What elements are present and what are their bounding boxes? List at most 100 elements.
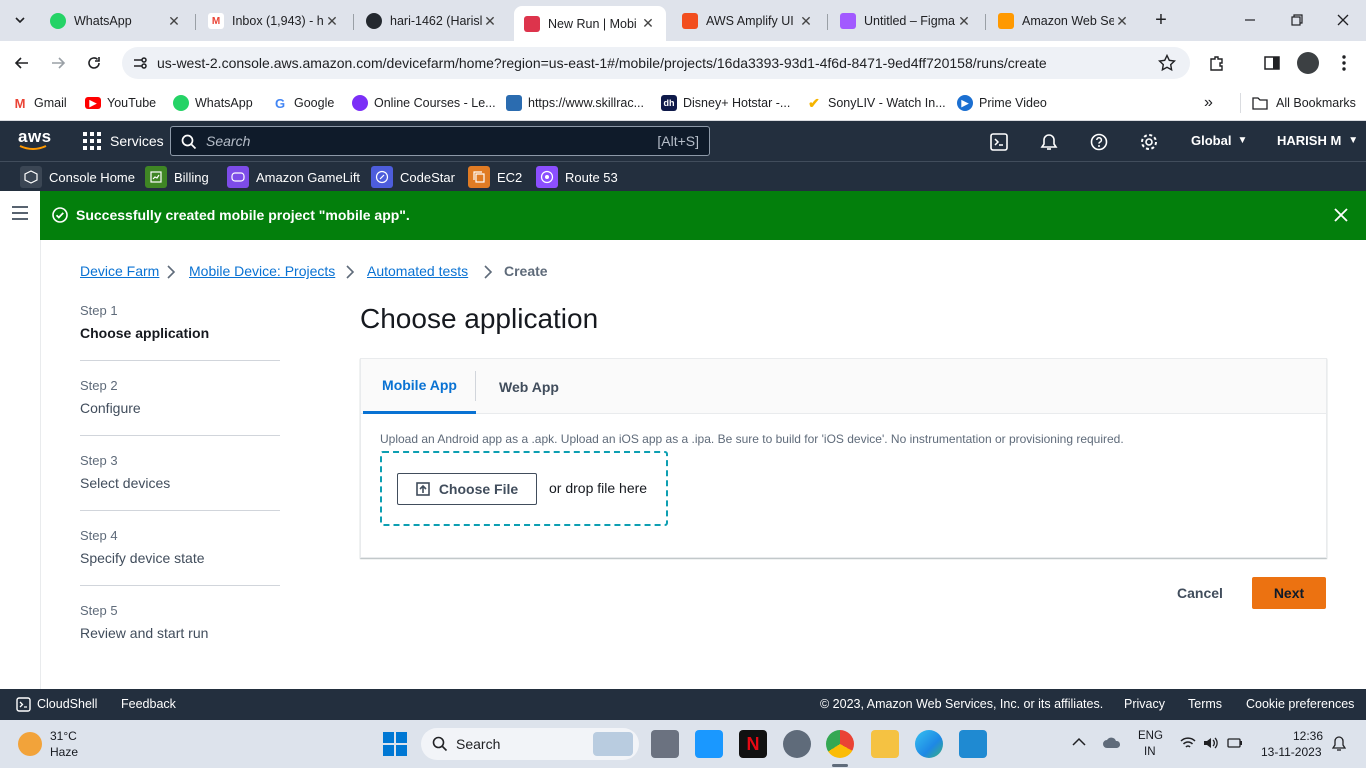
browser-tab-amplify[interactable]: AWS Amplify UI ✕: [672, 6, 824, 36]
settings-gear-icon[interactable]: [1140, 133, 1158, 151]
bookmark-online-courses[interactable]: Online Courses - Le...: [352, 92, 496, 114]
help-icon[interactable]: [1090, 133, 1108, 151]
folder-icon: [1252, 96, 1268, 110]
footer-privacy-link[interactable]: Privacy: [1124, 697, 1165, 711]
tab-web-app[interactable]: Web App: [479, 359, 579, 414]
favorite-console-home[interactable]: Console Home: [20, 164, 135, 190]
bookmark-skillrack[interactable]: https://www.skillrac...: [506, 92, 644, 114]
bookmark-hotstar[interactable]: dh Disney+ Hotstar -...: [661, 92, 790, 114]
clock-time[interactable]: 12:36: [1293, 729, 1323, 743]
next-button[interactable]: Next: [1252, 577, 1326, 609]
breadcrumb-device-farm[interactable]: Device Farm: [80, 263, 159, 279]
footer-cloudshell-link[interactable]: CloudShell: [37, 697, 97, 711]
all-bookmarks[interactable]: All Bookmarks: [1252, 92, 1356, 114]
file-explorer-icon[interactable]: [871, 730, 899, 758]
bookmark-prime-video[interactable]: ▶ Prime Video: [957, 92, 1047, 114]
battery-icon[interactable]: [1226, 736, 1244, 750]
bookmark-google[interactable]: G Google: [272, 92, 334, 114]
chevron-right-icon: [484, 265, 493, 279]
hamburger-menu-icon[interactable]: [12, 206, 28, 220]
close-tab-icon[interactable]: ✕: [798, 13, 814, 30]
bookmark-gmail[interactable]: M Gmail: [12, 92, 67, 114]
favorite-gamelift[interactable]: Amazon GameLift: [227, 164, 360, 190]
chrome-icon[interactable]: [826, 730, 854, 758]
favorite-codestar[interactable]: CodeStar: [371, 164, 455, 190]
minimize-icon[interactable]: [1242, 12, 1258, 28]
edge-icon[interactable]: [915, 730, 943, 758]
netflix-icon[interactable]: N: [739, 730, 767, 758]
language-indicator[interactable]: ENG: [1138, 730, 1163, 742]
back-icon[interactable]: [14, 55, 30, 71]
aws-search-input[interactable]: Search [Alt+S]: [170, 126, 710, 156]
close-tab-icon[interactable]: ✕: [482, 13, 498, 30]
windows-start-icon[interactable]: [383, 732, 407, 756]
footer-cookie-link[interactable]: Cookie preferences: [1246, 697, 1354, 711]
vscode-icon[interactable]: [959, 730, 987, 758]
favorite-route53[interactable]: Route 53: [536, 164, 618, 190]
chrome-menu-icon[interactable]: [1336, 53, 1352, 73]
close-tab-icon[interactable]: ✕: [640, 15, 656, 32]
task-view-icon[interactable]: [651, 730, 679, 758]
taskbar-search[interactable]: Search: [421, 728, 639, 760]
favorite-billing[interactable]: Billing: [145, 164, 209, 190]
profile-avatar[interactable]: [1297, 52, 1319, 74]
breadcrumb-automated-tests[interactable]: Automated tests: [367, 263, 468, 279]
window-close-icon[interactable]: [1335, 12, 1351, 28]
close-tab-icon[interactable]: ✕: [956, 13, 972, 30]
close-tab-icon[interactable]: ✕: [324, 13, 340, 30]
choose-file-button[interactable]: Choose File: [397, 473, 537, 505]
account-menu[interactable]: HARISH M ▼: [1277, 133, 1358, 148]
browser-tab-whatsapp[interactable]: WhatsApp ✕: [40, 6, 192, 36]
flash-message: Successfully created mobile project "mob…: [76, 207, 410, 223]
weather-condition: Haze: [50, 745, 79, 759]
bookmark-sonyliv[interactable]: ✔ SonyLIV - Watch In...: [806, 92, 946, 114]
bookmarks-overflow-icon[interactable]: »: [1204, 92, 1213, 114]
cloudshell-icon[interactable]: [990, 133, 1008, 151]
notification-bell-icon[interactable]: [1332, 736, 1346, 752]
settings-app-icon[interactable]: [783, 730, 811, 758]
bookmark-youtube[interactable]: ▶ YouTube: [85, 92, 156, 114]
favorite-ec2[interactable]: EC2: [468, 164, 522, 190]
dismiss-close-icon[interactable]: [1334, 208, 1348, 222]
close-tab-icon[interactable]: ✕: [166, 13, 182, 30]
restore-icon[interactable]: [1289, 12, 1305, 28]
step-2-title: Configure: [80, 400, 141, 416]
browser-tab-aws[interactable]: Amazon Web Se ✕: [988, 6, 1140, 36]
browser-tab-figma[interactable]: Untitled – Figma ✕: [830, 6, 982, 36]
site-info-icon[interactable]: [132, 55, 148, 71]
reload-icon[interactable]: [86, 55, 102, 71]
wifi-icon[interactable]: [1180, 736, 1196, 750]
footer-terms-link[interactable]: Terms: [1188, 697, 1222, 711]
bookmarks-bar: M Gmail ▶ YouTube WhatsApp G Google Onli…: [0, 85, 1366, 121]
chevron-right-icon: [167, 265, 176, 279]
extensions-icon[interactable]: [1208, 54, 1226, 72]
volume-icon[interactable]: [1203, 736, 1219, 750]
close-tab-icon[interactable]: ✕: [1114, 13, 1130, 30]
services-menu[interactable]: Services: [83, 132, 164, 150]
browser-tab-gmail[interactable]: M Inbox (1,943) - h ✕: [198, 6, 350, 36]
browser-tab-github[interactable]: hari-1462 (Harisl ✕: [356, 6, 508, 36]
whatsapp-icon: [173, 95, 189, 111]
bookmark-star-icon[interactable]: [1158, 54, 1176, 72]
footer-feedback-link[interactable]: Feedback: [121, 697, 176, 711]
tab-search-icon[interactable]: [10, 10, 30, 30]
show-hidden-icons-icon[interactable]: [1072, 737, 1086, 747]
app-type-tabs: Mobile App Web App: [361, 359, 1326, 414]
aws-logo[interactable]: aws: [18, 127, 52, 152]
prime-video-app-icon[interactable]: [695, 730, 723, 758]
region-selector[interactable]: Global ▼: [1191, 133, 1247, 148]
address-bar[interactable]: us-west-2.console.aws.amazon.com/devicef…: [122, 47, 1190, 79]
weather-haze-icon[interactable]: [18, 732, 42, 756]
codestar-icon: [371, 166, 393, 188]
bookmark-whatsapp[interactable]: WhatsApp: [173, 92, 253, 114]
prime-video-icon: ▶: [957, 95, 973, 111]
breadcrumb-mobile-projects[interactable]: Mobile Device: Projects: [189, 263, 335, 279]
onedrive-cloud-icon[interactable]: [1102, 736, 1122, 750]
forward-icon[interactable]: [50, 55, 66, 71]
side-panel-icon[interactable]: [1263, 54, 1281, 72]
new-tab-icon[interactable]: +: [1150, 10, 1172, 32]
browser-tab-new-run[interactable]: New Run | Mobi ✕: [514, 6, 666, 41]
tab-mobile-app[interactable]: Mobile App: [363, 359, 476, 414]
cancel-button[interactable]: Cancel: [1164, 578, 1236, 608]
notifications-icon[interactable]: [1040, 133, 1058, 151]
